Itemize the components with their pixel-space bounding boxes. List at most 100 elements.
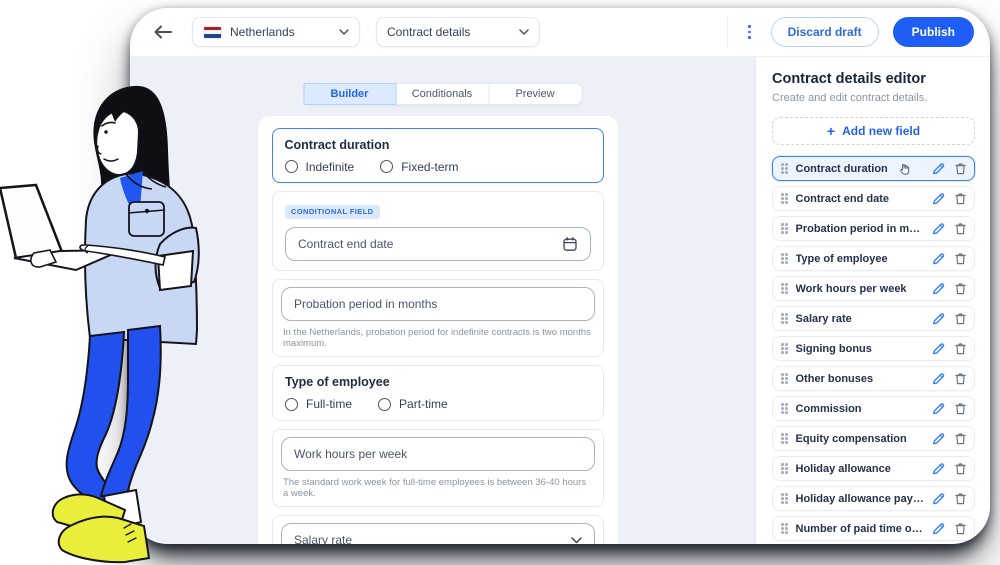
radio-icon	[380, 160, 393, 173]
drag-handle-icon[interactable]	[781, 253, 784, 256]
contract-end-date-input[interactable]: Contract end date	[285, 227, 591, 261]
drag-handle-icon[interactable]	[781, 523, 784, 526]
field-list-item[interactable]: Number of paid time off days	[772, 516, 975, 541]
field-list-item[interactable]: Contract end date	[772, 186, 975, 211]
edit-pencil-icon[interactable]	[932, 282, 945, 295]
delete-trash-icon[interactable]	[955, 492, 966, 505]
delete-trash-icon[interactable]	[955, 222, 966, 235]
edit-pencil-icon[interactable]	[932, 252, 945, 265]
calendar-icon[interactable]	[562, 236, 578, 252]
edit-pencil-icon[interactable]	[932, 342, 945, 355]
field-list-item[interactable]: Probation period in months	[772, 216, 975, 241]
field-item-actions	[932, 462, 966, 475]
edit-pencil-icon[interactable]	[932, 372, 945, 385]
work-hours-input[interactable]: Work hours per week	[281, 437, 595, 471]
divider	[727, 17, 728, 47]
drag-handle-icon[interactable]	[781, 493, 784, 496]
field-list-item[interactable]: Salary rate	[772, 306, 975, 331]
delete-trash-icon[interactable]	[955, 192, 966, 205]
field-list-item-label: Other bonuses	[796, 373, 874, 385]
delete-trash-icon[interactable]	[955, 402, 966, 415]
field-list-item[interactable]: Work hours per week	[772, 276, 975, 301]
delete-trash-icon[interactable]	[955, 312, 966, 325]
radio-option[interactable]: Fixed-term	[380, 160, 458, 174]
field-list-item[interactable]: Signing bonus	[772, 336, 975, 361]
field-card-contract-duration[interactable]: Contract duration Indefinite Fixed-term	[272, 128, 604, 183]
edit-pencil-icon[interactable]	[932, 192, 945, 205]
edit-pencil-icon[interactable]	[932, 522, 945, 535]
delete-trash-icon[interactable]	[955, 372, 966, 385]
field-list-item[interactable]: Equity compensation	[772, 426, 975, 451]
edit-pencil-icon[interactable]	[932, 432, 945, 445]
conditional-field-badge: CONDITIONAL FIELD	[285, 205, 380, 219]
field-list-item-label: Contract duration	[796, 163, 888, 175]
field-card-salary-rate[interactable]: Salary rate	[272, 515, 604, 544]
radio-option[interactable]: Full-time	[285, 397, 352, 411]
field-list-item[interactable]: Holiday allowance	[772, 456, 975, 481]
drag-handle-icon[interactable]	[781, 313, 784, 316]
drag-handle-icon[interactable]	[781, 373, 784, 376]
edit-pencil-icon[interactable]	[932, 162, 945, 175]
drag-handle-icon[interactable]	[781, 283, 784, 286]
add-new-field-label: Add new field	[842, 124, 920, 138]
radio-option-label: Part-time	[399, 397, 448, 411]
field-list-item[interactable]: Contract duration	[772, 156, 975, 181]
work-hours-placeholder: Work hours per week	[294, 447, 407, 461]
radio-option[interactable]: Part-time	[378, 397, 448, 411]
delete-trash-icon[interactable]	[955, 462, 966, 475]
drag-handle-icon[interactable]	[781, 223, 784, 226]
field-list-item[interactable]: Other bonuses	[772, 366, 975, 391]
field-list-item-label: Number of paid time off days	[796, 523, 925, 535]
discard-draft-button[interactable]: Discard draft	[771, 17, 879, 47]
edit-pencil-icon[interactable]	[932, 492, 945, 505]
country-select[interactable]: Netherlands	[192, 17, 360, 47]
delete-trash-icon[interactable]	[955, 162, 966, 175]
field-card-work-hours[interactable]: Work hours per week The standard work we…	[272, 429, 604, 507]
more-options-button[interactable]	[742, 21, 757, 42]
edit-pencil-icon[interactable]	[932, 222, 945, 235]
field-item-actions	[932, 312, 966, 325]
tab[interactable]: Conditionals	[396, 83, 489, 105]
probation-input[interactable]: Probation period in months	[281, 287, 595, 321]
radio-icon	[378, 398, 391, 411]
field-list-item-label: Type of employee	[796, 253, 888, 265]
drag-handle-icon[interactable]	[781, 463, 784, 466]
template-select-value: Contract details	[387, 25, 470, 39]
field-list-item-label: Salary rate	[796, 313, 852, 325]
drag-handle-icon[interactable]	[781, 193, 784, 196]
delete-trash-icon[interactable]	[955, 432, 966, 445]
probation-helper-text: In the Netherlands, probation period for…	[283, 327, 593, 349]
field-list-item[interactable]: Holiday allowance payment fre...	[772, 486, 975, 511]
tab-bar: BuilderConditionalsPreview	[303, 83, 582, 105]
panel-subtitle: Create and edit contract details.	[772, 92, 975, 104]
field-item-actions	[932, 222, 966, 235]
delete-trash-icon[interactable]	[955, 522, 966, 535]
tab[interactable]: Builder	[303, 83, 396, 105]
back-button[interactable]	[148, 17, 178, 47]
edit-pencil-icon[interactable]	[932, 312, 945, 325]
edit-pencil-icon[interactable]	[932, 462, 945, 475]
field-card-probation[interactable]: Probation period in months In the Nether…	[272, 279, 604, 357]
field-title: Contract duration	[285, 138, 592, 152]
delete-trash-icon[interactable]	[955, 282, 966, 295]
delete-trash-icon[interactable]	[955, 252, 966, 265]
form-canvas: Contract duration Indefinite Fixed-term	[258, 116, 618, 544]
add-new-field-button[interactable]: + Add new field	[772, 117, 975, 145]
drag-handle-icon[interactable]	[781, 163, 784, 166]
field-card-employee-type[interactable]: Type of employee Full-time Part-time	[272, 365, 604, 421]
field-list-item[interactable]: Type of employee	[772, 246, 975, 271]
publish-button[interactable]: Publish	[893, 17, 974, 47]
edit-pencil-icon[interactable]	[932, 402, 945, 415]
field-card-contract-end-date[interactable]: CONDITIONAL FIELD Contract end date	[272, 191, 604, 271]
tab[interactable]: Preview	[489, 83, 582, 105]
drag-handle-icon[interactable]	[781, 403, 784, 406]
laptop-base	[14, 250, 122, 270]
field-list-item[interactable]: Commission	[772, 396, 975, 421]
salary-rate-select[interactable]: Salary rate	[281, 523, 595, 544]
drag-handle-icon[interactable]	[781, 433, 784, 436]
radio-option[interactable]: Indefinite	[285, 160, 355, 174]
delete-trash-icon[interactable]	[955, 342, 966, 355]
work-hours-helper-text: The standard work week for full-time emp…	[283, 477, 593, 499]
template-select[interactable]: Contract details	[376, 17, 540, 47]
drag-handle-icon[interactable]	[781, 343, 784, 346]
